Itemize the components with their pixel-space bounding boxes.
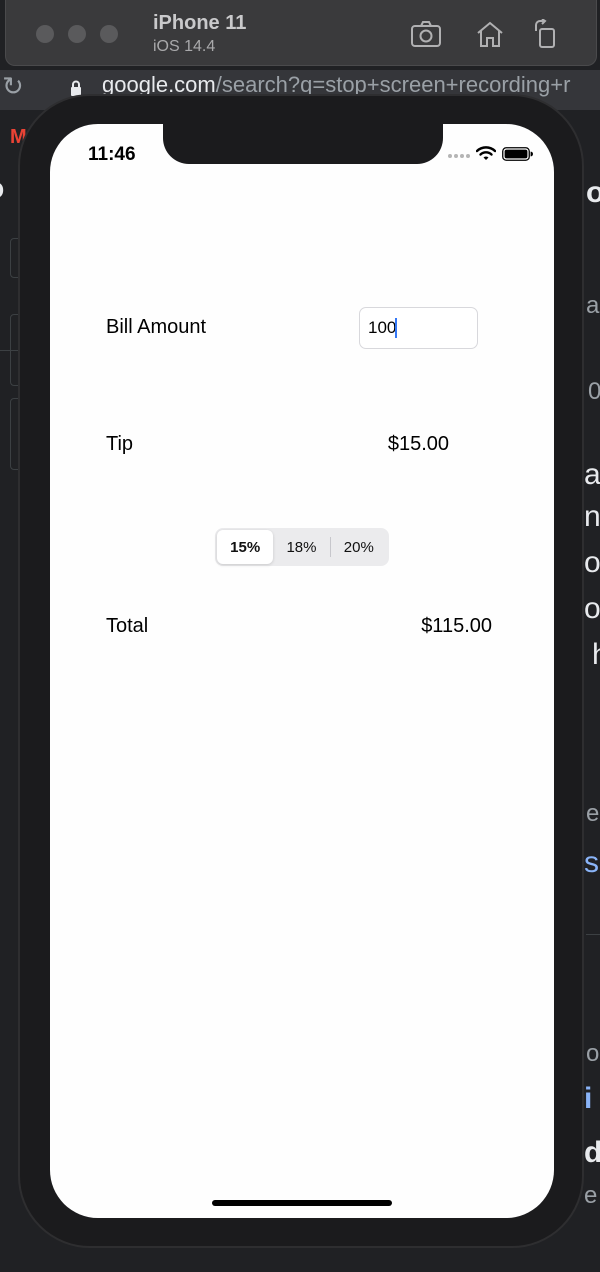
tip-percentage-selector[interactable]: 15% 18% 20% [215,528,389,566]
tip-value: $15.00 [387,433,449,455]
simulator-titlebar: iPhone 11 iOS 14.4 [5,0,597,66]
bg-text-fragment: d [584,1136,600,1169]
rotate-icon [535,19,555,48]
notch [163,124,443,164]
tip-option-20[interactable]: 20% [331,530,387,564]
bg-text-fragment: o [586,176,600,209]
wifi-icon [476,146,496,160]
bg-text-fragment: o [584,592,600,625]
rotate-button[interactable] [528,18,564,50]
total-label: Total [106,615,149,637]
home-button[interactable] [472,18,508,50]
tip-option-18[interactable]: 18% [273,530,329,564]
cellular-signal-icon [448,154,470,158]
bill-amount-input[interactable] [359,307,478,349]
bg-text-fragment: 0 [588,378,600,405]
reload-icon[interactable]: ↻ [2,72,24,102]
bg-text-fragment: a [586,292,600,319]
close-window-button[interactable] [36,25,54,43]
status-time: 11:46 [88,144,136,165]
bg-divider [586,934,600,935]
bg-text-fragment: e [584,1182,598,1209]
minimize-window-button[interactable] [68,25,86,43]
bg-text-fragment: a [584,458,600,491]
bg-text-fragment: n [584,500,600,533]
bg-text-fragment: h [592,638,600,672]
home-indicator[interactable] [212,1200,392,1206]
bill-amount-label: Bill Amount [106,316,207,338]
tip-option-15[interactable]: 15% [217,530,274,564]
bg-link-fragment[interactable]: s [584,846,599,880]
iphone-screen: 11:46 Bill Amount Tip $15.00 15% 18% 20%… [50,124,554,1218]
bg-text-fragment: o [586,1040,600,1067]
battery-icon [502,147,533,161]
screenshot-button[interactable] [408,18,444,50]
simulator-os-version: iOS 14.4 [153,38,216,55]
bg-text-fragment: o [584,546,600,579]
zoom-window-button[interactable] [100,25,118,43]
total-value: $115.00 [421,615,492,637]
simulator-device-name: iPhone 11 [153,12,247,34]
home-icon [477,21,503,47]
screenshot-icon [411,21,441,47]
tip-label: Tip [106,433,134,455]
text-caret [395,318,397,338]
bg-text-fragment: e [586,800,600,827]
bg-link-fragment[interactable]: i [584,1082,592,1116]
bg-text-fragment: o [0,172,4,206]
